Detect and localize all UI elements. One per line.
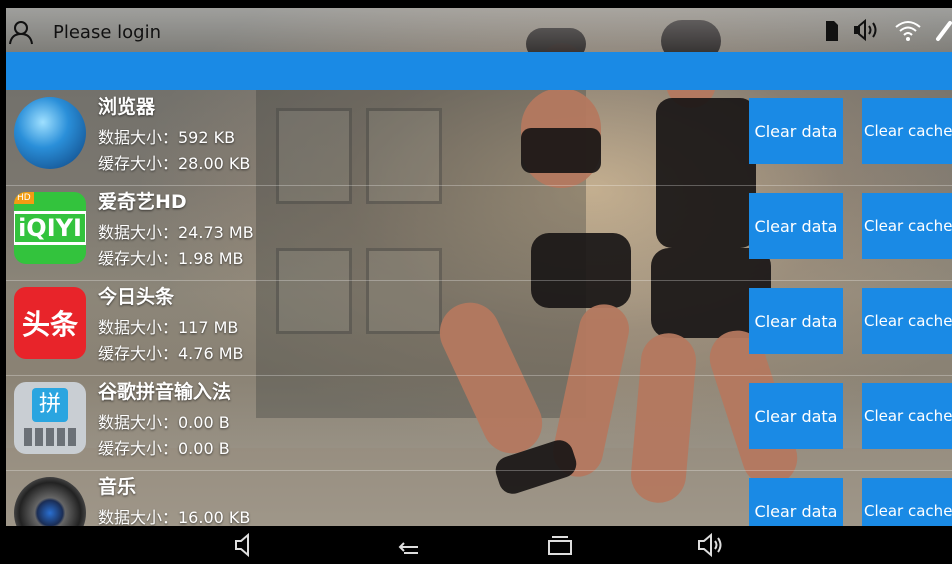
- app-name: 音乐: [98, 476, 137, 498]
- app-name: 今日头条: [98, 286, 175, 308]
- navigation-bar: [0, 526, 952, 564]
- iqiyi-icon: iQIYI HD: [14, 192, 86, 264]
- clear-cache-button[interactable]: Clear cache: [862, 98, 952, 164]
- volume-icon: [854, 18, 877, 42]
- volume-down-icon[interactable]: [232, 532, 262, 558]
- link-icon: [936, 21, 952, 41]
- app-cache-size: 缓存大小：28.00 KB: [98, 154, 251, 173]
- app-data-size: 数据大小：16.00 KB: [98, 508, 251, 526]
- clear-cache-button[interactable]: Clear cache: [862, 288, 952, 354]
- app-name: 谷歌拼音输入法: [98, 381, 232, 403]
- hd-badge: HD: [14, 192, 34, 204]
- back-icon[interactable]: [394, 532, 424, 558]
- app-cache-size: 缓存大小：0.00 B: [98, 439, 230, 458]
- clear-cache-button[interactable]: Clear cache: [862, 383, 952, 449]
- app-data-size: 数据大小：0.00 B: [98, 413, 230, 432]
- app-data-size: 数据大小：24.73 MB: [98, 223, 254, 242]
- login-prompt[interactable]: Please login: [53, 22, 161, 43]
- app-data-size: 数据大小：117 MB: [98, 318, 239, 337]
- iqiyi-icon-text: iQIYI: [14, 211, 86, 245]
- app-data-size: 数据大小：592 KB: [98, 128, 236, 147]
- toutiao-icon: 头条: [14, 287, 86, 359]
- user-outline-icon[interactable]: [8, 19, 34, 45]
- app-cache-size: 缓存大小：1.98 MB: [98, 249, 244, 268]
- app-row: iQIYI HD 爱奇艺HD 数据大小：24.73 MB 缓存大小：1.98 M…: [6, 185, 952, 281]
- app-row: 拼 谷歌拼音输入法 数据大小：0.00 B 缓存大小：0.00 B Clear …: [6, 375, 952, 471]
- clear-data-button[interactable]: Clear data: [749, 193, 843, 259]
- screen: Please login 浏览器 数据大小：592 KB 缓存大小：28.00 …: [6, 8, 952, 526]
- clear-data-button[interactable]: Clear data: [749, 288, 843, 354]
- app-name: 浏览器: [98, 96, 156, 118]
- keyboard-keys: [24, 428, 76, 446]
- header-bar: [6, 52, 952, 90]
- pinyin-keyboard-icon: 拼: [14, 382, 86, 454]
- sim-icon: [826, 21, 838, 41]
- toutiao-icon-text: 头条: [21, 308, 78, 341]
- wifi-icon: [895, 21, 921, 41]
- status-icons: [824, 14, 952, 46]
- volume-up-icon[interactable]: [696, 532, 726, 558]
- clear-cache-button[interactable]: Clear cache: [862, 193, 952, 259]
- globe-icon: [14, 97, 86, 169]
- app-row: 头条 今日头条 数据大小：117 MB 缓存大小：4.76 MB Clear d…: [6, 280, 952, 376]
- speaker-icon: [14, 477, 86, 526]
- clear-cache-button[interactable]: Clear cache: [862, 478, 952, 526]
- app-cache-size: 缓存大小：4.76 MB: [98, 344, 244, 363]
- clear-data-button[interactable]: Clear data: [749, 383, 843, 449]
- app-row: 音乐 数据大小：16.00 KB Clear data Clear cache: [6, 470, 952, 526]
- clear-data-button[interactable]: Clear data: [749, 478, 843, 526]
- app-row: 浏览器 数据大小：592 KB 缓存大小：28.00 KB Clear data…: [6, 90, 952, 186]
- recents-icon[interactable]: [545, 532, 575, 558]
- status-bar: Please login: [6, 8, 952, 52]
- pinyin-icon-text: 拼: [32, 388, 68, 422]
- app-name: 爱奇艺HD: [98, 191, 187, 213]
- clear-data-button[interactable]: Clear data: [749, 98, 843, 164]
